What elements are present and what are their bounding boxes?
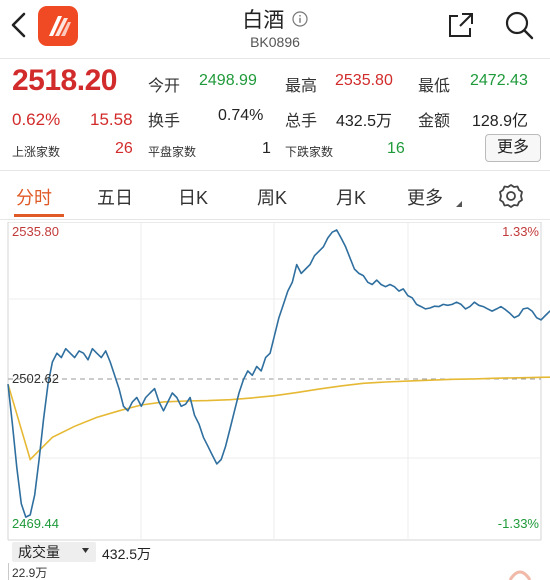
down-count-label: 下跌家数 — [285, 145, 334, 159]
volume-total-value: 432.5万 — [102, 546, 152, 562]
share-icon[interactable] — [446, 10, 476, 40]
open-value: 2498.99 — [199, 72, 257, 89]
low-label: 最低 — [418, 78, 451, 95]
open-label: 今开 — [148, 78, 181, 95]
brand-watermark-icon — [508, 570, 532, 580]
dropdown-triangle-icon — [456, 201, 462, 207]
gear-icon[interactable] — [497, 182, 525, 210]
average-price-line — [7, 376, 550, 462]
info-circle-icon[interactable] — [292, 11, 308, 27]
y-axis-min-label: 2469.44 — [12, 516, 59, 531]
current-price: 2518.20 — [12, 64, 117, 97]
volume-label: 总手 — [285, 113, 318, 130]
volume-axis-line — [8, 563, 9, 580]
y-axis-mid-label: 2502.62 — [12, 371, 59, 386]
tab-five-day[interactable]: 五日 — [97, 184, 133, 210]
y-axis-right-min-label: -1.33% — [498, 516, 540, 531]
amount-value: 128.9亿 — [472, 113, 529, 130]
turnover-value: 0.74% — [218, 107, 264, 124]
low-value: 2472.43 — [470, 72, 528, 89]
high-label: 最高 — [285, 78, 318, 95]
tabs-divider — [0, 219, 550, 220]
high-value: 2535.80 — [335, 72, 393, 89]
turnover-label: 换手 — [148, 113, 181, 130]
period-tabs: 分时 五日 日K 周K 月K 更多 — [0, 174, 550, 218]
quote-divider — [0, 170, 550, 171]
more-button[interactable]: 更多 — [485, 134, 541, 162]
dropdown-arrow-icon — [82, 548, 89, 553]
tab-more[interactable]: 更多 — [407, 184, 443, 210]
page-title: 白酒 — [242, 9, 285, 32]
y-axis-right-max-label: 1.33% — [502, 224, 539, 239]
flat-count-value: 1 — [262, 140, 271, 157]
header-divider — [0, 58, 550, 59]
intraday-chart[interactable]: 2535.80 2502.62 2469.44 1.33% -1.33% — [0, 222, 550, 542]
y-axis-max-label: 2535.80 — [12, 224, 59, 239]
chart-grid — [7, 222, 542, 541]
flat-count-label: 平盘家数 — [148, 145, 197, 159]
up-count-label: 上涨家数 — [12, 145, 61, 159]
tab-daily-k[interactable]: 日K — [178, 184, 208, 210]
down-count-value: 16 — [387, 140, 405, 157]
change-percent: 0.62% — [12, 110, 61, 129]
up-count-value: 26 — [115, 140, 133, 157]
tab-monthly-k[interactable]: 月K — [336, 184, 366, 210]
amount-label: 金额 — [418, 113, 451, 130]
active-tab-indicator — [14, 214, 64, 217]
tab-intraday[interactable]: 分时 — [16, 184, 52, 210]
volume-row: 成交量 432.5万 — [0, 540, 550, 564]
volume-value: 432.5万 — [336, 113, 393, 130]
volume-indicator-label: 成交量 — [18, 544, 60, 560]
price-line — [7, 229, 550, 518]
tab-weekly-k[interactable]: 周K — [257, 184, 287, 210]
top-bar: 白酒 BK0896 — [0, 0, 550, 58]
change-amount: 15.58 — [90, 110, 133, 129]
volume-axis-max-label: 22.9万 — [12, 566, 48, 580]
search-icon[interactable] — [503, 9, 535, 41]
